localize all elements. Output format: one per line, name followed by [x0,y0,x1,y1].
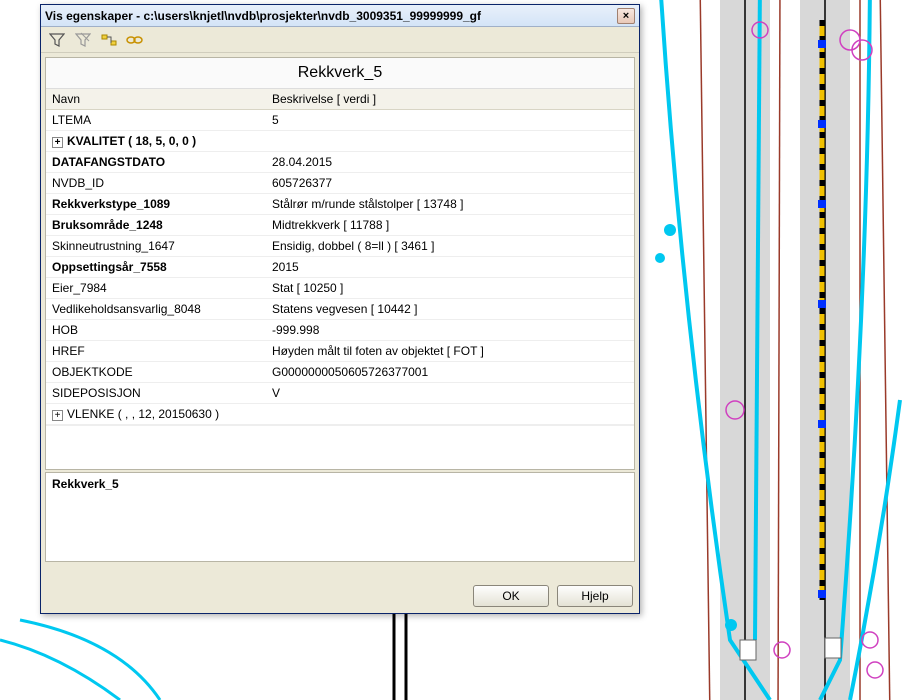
property-value: 2015 [266,257,634,278]
property-value: Stålrør m/runde stålstolper [ 13748 ] [266,194,634,215]
window-title: Vis egenskaper - c:\users\knjetl\nvdb\pr… [45,9,617,23]
ok-button[interactable]: OK [473,585,549,607]
titlebar[interactable]: Vis egenskaper - c:\users\knjetl\nvdb\pr… [41,5,639,27]
property-key: DATAFANGSTDATO [46,152,266,173]
property-key-text: Oppsettingsår_7558 [52,260,167,274]
property-row[interactable]: + VLENKE ( , , 12, 20150630 ) [46,404,634,425]
toolbar [41,27,639,53]
property-key-text: OBJEKTKODE [52,365,133,379]
property-row[interactable]: Skinneutrustning_1647 Ensidig, dobbel ( 8… [46,236,634,257]
properties-panel: Rekkverk_5 Navn Beskrivelse [ verdi ] LT… [45,57,635,470]
expand-icon[interactable]: + [52,410,63,421]
properties-grid: Navn Beskrivelse [ verdi ] LTEMA 5 + KVALIT… [46,89,634,425]
chain-icon[interactable] [125,30,145,50]
property-key-text: Rekkverkstype_1089 [52,197,170,211]
property-row[interactable]: NVDB_ID 605726377 [46,173,634,194]
property-key-text: LTEMA [52,113,91,127]
property-key: Skinneutrustning_1647 [46,236,266,257]
property-key-text: NVDB_ID [52,176,104,190]
property-key: + VLENKE ( , , 12, 20150630 ) [46,404,266,425]
property-row[interactable]: LTEMA 5 [46,110,634,131]
property-key: Oppsettingsår_7558 [46,257,266,278]
filter-icon[interactable] [47,30,67,50]
property-row[interactable]: HREF Høyden målt til foten av objektet [ … [46,341,634,362]
dialog-buttons: OK Hjelp [41,579,639,613]
property-key: OBJEKTKODE [46,362,266,383]
property-key-text: HREF [52,344,85,358]
property-key-text: VLENKE ( , , 12, 20150630 ) [67,407,219,421]
property-key-text: Bruksområde_1248 [52,218,163,232]
property-value: 605726377 [266,173,634,194]
property-row[interactable]: Vedlikeholdsansvarlig_8048 Statens vegves… [46,299,634,320]
property-key-text: HOB [52,323,78,337]
property-key-text: Vedlikeholdsansvarlig_8048 [52,302,201,316]
property-value: Høyden målt til foten av objektet [ FOT … [266,341,634,362]
property-key: LTEMA [46,110,266,131]
property-row[interactable]: Bruksområde_1248 Midtrekkverk [ 11788 ] [46,215,634,236]
property-key: HOB [46,320,266,341]
property-value [266,131,634,152]
property-value: -999.998 [266,320,634,341]
property-key: Bruksområde_1248 [46,215,266,236]
property-value: Midtrekkverk [ 11788 ] [266,215,634,236]
property-row[interactable]: + KVALITET ( 18, 5, 0, 0 ) [46,131,634,152]
property-key: Rekkverkstype_1089 [46,194,266,215]
property-value [266,404,634,425]
expand-icon[interactable]: + [52,137,63,148]
property-key: NVDB_ID [46,173,266,194]
column-header-name[interactable]: Navn [46,89,266,110]
property-row[interactable]: Eier_7984 Stat [ 10250 ] [46,278,634,299]
property-row[interactable]: Oppsettingsår_7558 2015 [46,257,634,278]
property-value: Ensidig, dobbel ( 8=ll ) [ 3461 ] [266,236,634,257]
property-row[interactable]: HOB -999.998 [46,320,634,341]
property-value: G0000000050605726377001 [266,362,634,383]
property-value: Stat [ 10250 ] [266,278,634,299]
property-key: + KVALITET ( 18, 5, 0, 0 ) [46,131,266,152]
column-header-value[interactable]: Beskrivelse [ verdi ] [266,89,634,110]
property-row[interactable]: DATAFANGSTDATO 28.04.2015 [46,152,634,173]
property-key: Vedlikeholdsansvarlig_8048 [46,299,266,320]
property-key: HREF [46,341,266,362]
selection-label: Rekkverk_5 [52,477,119,491]
property-key: SIDEPOSISJON [46,383,266,404]
property-row[interactable]: Rekkverkstype_1089 Stålrør m/runde stålst… [46,194,634,215]
property-key-text: KVALITET ( 18, 5, 0, 0 ) [67,134,196,148]
property-key-text: SIDEPOSISJON [52,386,141,400]
property-value: Statens vegvesen [ 10442 ] [266,299,634,320]
help-button[interactable]: Hjelp [557,585,633,607]
close-button[interactable]: × [617,8,635,24]
property-key-text: Eier_7984 [52,281,107,295]
property-value: V [266,383,634,404]
link-objects-icon[interactable] [99,30,119,50]
properties-dialog: Vis egenskaper - c:\users\knjetl\nvdb\pr… [40,4,640,614]
filter-clear-icon[interactable] [73,30,93,50]
property-row[interactable]: OBJEKTKODE G0000000050605726377001 [46,362,634,383]
property-key: Eier_7984 [46,278,266,299]
selection-panel: Rekkverk_5 [45,472,635,562]
object-title: Rekkverk_5 [46,58,634,89]
property-key-text: DATAFANGSTDATO [52,155,165,169]
property-key-text: Skinneutrustning_1647 [52,239,175,253]
property-row[interactable]: SIDEPOSISJON V [46,383,634,404]
property-value: 28.04.2015 [266,152,634,173]
property-value: 5 [266,110,634,131]
